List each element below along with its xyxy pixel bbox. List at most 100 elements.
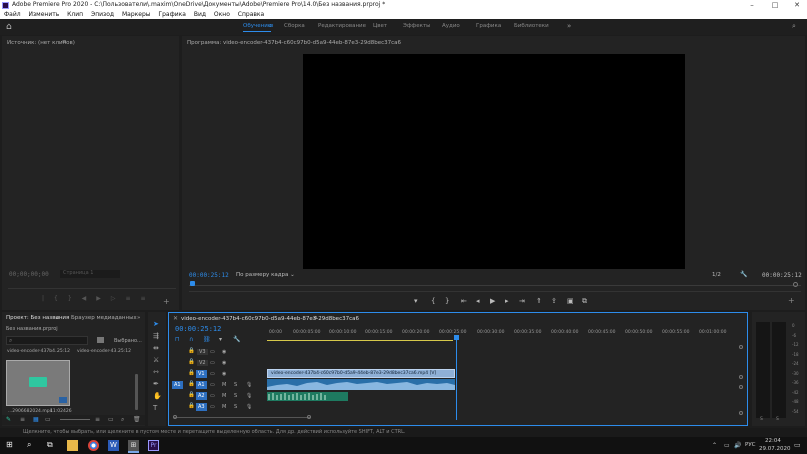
scroll-handle-right[interactable] — [307, 415, 311, 419]
track-label[interactable]: V2 — [197, 360, 208, 366]
eye-icon[interactable]: ◉ — [222, 371, 226, 377]
zoom-slider[interactable] — [60, 419, 90, 420]
playhead-marker[interactable] — [190, 281, 195, 286]
panel-menu-icon[interactable]: ≡ — [62, 39, 67, 45]
sync-lock-icon[interactable]: ▭ — [210, 404, 215, 410]
list-view-icon[interactable]: ≡ — [20, 416, 25, 423]
menu-markers[interactable]: Маркеры — [122, 11, 151, 18]
work-area-bar[interactable] — [267, 340, 453, 341]
taskbar-search-icon[interactable]: ⌕ — [27, 440, 31, 450]
menu-window[interactable]: Окно — [214, 11, 230, 18]
write-protect-icon[interactable]: ✎ — [6, 416, 11, 423]
new-item-icon[interactable]: ▭ — [108, 416, 114, 423]
sync-lock-icon[interactable]: ▭ — [210, 382, 215, 388]
workspace-tab-assembly[interactable]: Сборка — [284, 23, 305, 29]
play-icon[interactable]: ▶ — [490, 297, 495, 305]
zoom-fit-select[interactable]: По размеру кадра ⌄ — [236, 272, 295, 278]
time-ruler[interactable]: 00:00 00:00:05:00 00:00:10:00 00:00:15:0… — [267, 328, 737, 341]
workspace-tab-effects[interactable]: Эффекты — [403, 23, 431, 29]
track-label-active[interactable]: A1 — [196, 381, 207, 389]
add-marker-icon[interactable]: ▾ — [414, 297, 418, 305]
workspace-menu-icon[interactable]: ≡ — [269, 23, 274, 29]
mute-button[interactable]: M — [222, 382, 226, 388]
video-clip[interactable]: video-encoder-437b4-c60c97b0-d5a9-44eb-8… — [267, 369, 455, 378]
menu-file[interactable]: Файл — [4, 11, 21, 18]
menu-help[interactable]: Справка — [238, 11, 264, 18]
maximize-button[interactable]: □ — [764, 0, 786, 10]
audio-clip-a2[interactable] — [267, 392, 348, 401]
slip-tool-icon[interactable]: ⇿ — [153, 368, 159, 376]
tray-chevron-icon[interactable]: ⌃ — [712, 442, 717, 449]
workspace-tab-editing[interactable]: Редактирование — [318, 23, 366, 29]
clear-icon[interactable]: 🗑 — [133, 416, 141, 423]
find-icon[interactable]: ⌕ — [121, 416, 124, 424]
timeline-h-scrollbar[interactable] — [174, 417, 310, 418]
volume-icon[interactable]: 🔊 — [734, 442, 741, 449]
project-item-thumbnail[interactable] — [6, 360, 70, 406]
search-icon[interactable]: ⌕ — [792, 22, 796, 31]
add-marker-timeline-icon[interactable]: ▾ — [219, 336, 222, 343]
lock-icon[interactable]: 🔒 — [188, 348, 195, 354]
more-workspaces-icon[interactable]: » — [567, 22, 571, 30]
close-button[interactable]: ✕ — [786, 0, 807, 10]
source-transport-controls[interactable]: |{}◀▶▷≡≡ — [42, 295, 156, 302]
compare-view-icon[interactable]: ⧉ — [582, 297, 587, 306]
mic-icon[interactable]: 🎙 — [246, 393, 252, 399]
solo-right-button[interactable]: S — [776, 417, 779, 422]
pen-tool-icon[interactable]: ✒ — [153, 380, 159, 388]
network-icon[interactable]: ▭ — [724, 442, 730, 449]
sync-lock-icon[interactable]: ▭ — [210, 371, 215, 377]
sequence-menu-icon[interactable]: ≡ — [313, 315, 318, 321]
program-monitor-video[interactable] — [303, 54, 685, 269]
lock-icon[interactable]: 🔒 — [188, 359, 195, 365]
workspace-tab-color[interactable]: Цвет — [373, 23, 387, 29]
menu-graphics[interactable]: Графика — [158, 11, 185, 18]
media-browser-tab[interactable]: Браузер медиаданных — [71, 315, 137, 321]
lock-icon[interactable]: 🔒 — [188, 370, 195, 376]
clock-date[interactable]: 29.07.2020 — [759, 446, 791, 452]
v-scroll-handle-a[interactable] — [739, 385, 743, 389]
source-timecode[interactable]: 00;00;00;00 — [9, 271, 49, 278]
lock-icon[interactable]: 🔒 — [188, 403, 195, 409]
project-scrollbar[interactable] — [135, 374, 138, 410]
freeform-view-icon[interactable]: ▭ — [45, 416, 51, 423]
track-label-active[interactable]: A2 — [196, 392, 207, 400]
go-to-in-icon[interactable]: ⇤ — [461, 297, 467, 305]
workspace-tab-graphics[interactable]: Графика — [476, 23, 501, 29]
export-frame-icon[interactable]: ▣ — [567, 297, 574, 305]
hand-tool-icon[interactable]: ✋ — [153, 392, 162, 400]
clock-time[interactable]: 22:04 — [765, 438, 781, 444]
close-sequence-icon[interactable]: ✕ — [173, 315, 178, 322]
sync-lock-icon[interactable]: ▭ — [210, 349, 215, 355]
project-menu-icon[interactable]: ≡ — [55, 315, 60, 321]
lock-icon[interactable]: 🔒 — [188, 381, 195, 387]
mark-out-icon[interactable]: } — [445, 297, 449, 305]
task-view-icon[interactable]: ⧉ — [47, 440, 53, 450]
timeline-timecode[interactable]: 00:00:25:12 — [175, 325, 221, 333]
razor-tool-icon[interactable]: ⚔ — [153, 356, 159, 364]
v-scroll-handle-top[interactable] — [739, 345, 743, 349]
sort-icon[interactable]: ≡ — [95, 416, 100, 423]
home-icon[interactable]: ⌂ — [6, 22, 12, 32]
source-page-select[interactable]: Страница 1 — [60, 270, 120, 278]
solo-button[interactable]: S — [234, 404, 237, 410]
mic-icon[interactable]: 🎙 — [246, 404, 252, 410]
menu-view[interactable]: Вид — [194, 11, 206, 18]
icon-view-icon[interactable]: ▦ — [33, 416, 39, 423]
notifications-icon[interactable]: ▭ — [794, 441, 801, 449]
eye-icon[interactable]: ◉ — [222, 360, 226, 366]
mic-icon[interactable]: 🎙 — [246, 382, 252, 388]
scroll-handle[interactable] — [793, 282, 798, 287]
selection-tool-icon[interactable]: ➤ — [153, 320, 159, 328]
v-scroll-handle-bottom[interactable] — [739, 411, 743, 415]
project-search-input[interactable]: ⌕ — [6, 336, 88, 345]
more-panels-icon[interactable]: » — [137, 315, 140, 321]
track-label-active[interactable]: V1 — [196, 370, 207, 378]
ripple-edit-tool-icon[interactable]: ⇹ — [153, 344, 159, 352]
extract-icon[interactable]: ⇪ — [551, 297, 557, 305]
track-label[interactable]: V3 — [197, 349, 208, 355]
lift-icon[interactable]: ⇑ — [536, 297, 542, 305]
sequence-tab[interactable]: video-encoder-437b4-c60c97b0-d5a9-44eb-8… — [181, 316, 359, 322]
program-scrubber[interactable] — [189, 281, 801, 287]
workspace-tab-libraries[interactable]: Библиотеки — [514, 23, 549, 29]
